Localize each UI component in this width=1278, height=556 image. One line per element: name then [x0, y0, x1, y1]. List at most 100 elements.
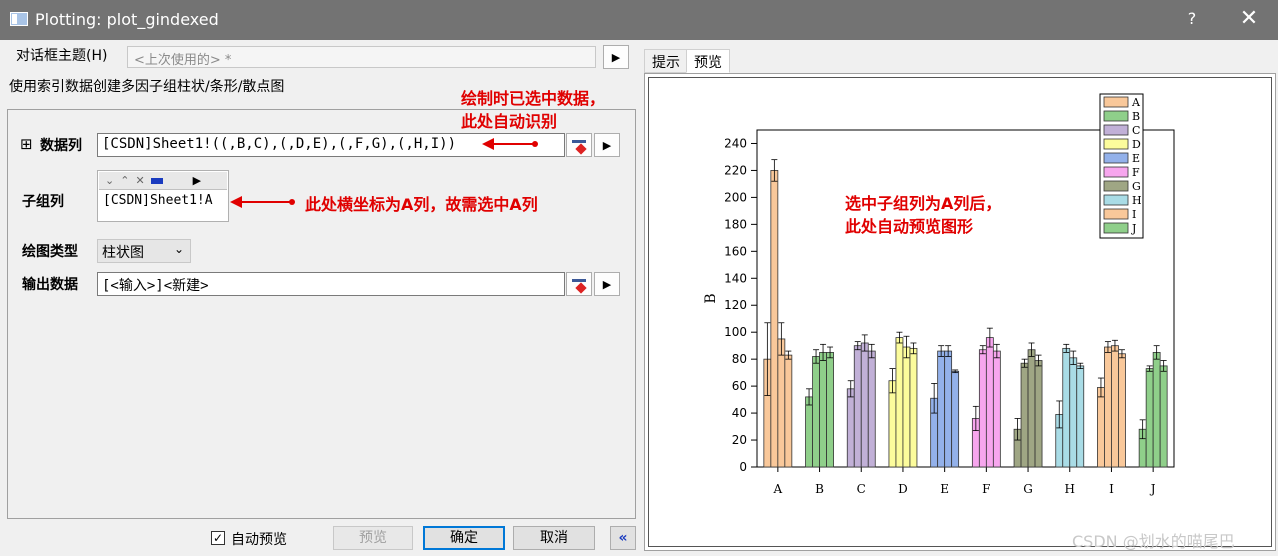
bar — [860, 342, 869, 468]
move-up-icon[interactable]: ⌃ — [120, 174, 129, 187]
window-title: Plotting: plot_gindexed — [35, 10, 219, 29]
y-tick-label: 200 — [724, 190, 747, 204]
x-tick-label: F — [982, 482, 990, 496]
bar — [895, 337, 904, 468]
select-data-button[interactable] — [566, 133, 592, 157]
legend-label: G — [1132, 180, 1141, 193]
subgroup-label: 子组列 — [22, 194, 64, 210]
bar — [1076, 365, 1085, 468]
preview-button[interactable]: 预览 — [333, 526, 413, 550]
play-right-icon[interactable]: ▶ — [193, 174, 201, 187]
annotation-arrow-data — [482, 138, 538, 150]
bar — [888, 380, 897, 468]
output-menu-button[interactable]: ▶ — [594, 272, 620, 296]
legend-label: J — [1131, 222, 1136, 235]
play-right-icon: ▶ — [602, 138, 612, 152]
bar — [853, 345, 862, 468]
data-menu-button[interactable]: ▶ — [594, 133, 620, 157]
y-tick-label: 220 — [724, 163, 747, 177]
dialog-theme-label: 对话框主题(H) — [16, 48, 108, 64]
bar — [1062, 347, 1071, 468]
annotation-preview-note-1: 选中子组列为A列后， — [845, 194, 1001, 213]
subgroup-value[interactable]: [CSDN]Sheet1!A — [103, 193, 213, 208]
legend-swatch — [1103, 166, 1129, 178]
bar — [805, 396, 813, 468]
bar — [1118, 353, 1126, 468]
legend-label: A — [1131, 96, 1141, 109]
y-tick-label: 160 — [724, 244, 747, 258]
y-tick-label: 120 — [724, 298, 747, 312]
annotation-data-note-2: 此处自动识别 — [461, 112, 558, 131]
x-tick-label: A — [773, 482, 783, 496]
subgroup-list[interactable]: ⌄ ⌃ ✕ ▶ [CSDN]Sheet1!A — [97, 170, 229, 222]
y-tick-label: 140 — [724, 271, 747, 285]
close-button[interactable]: ✕ — [1236, 6, 1262, 32]
bar — [846, 388, 855, 468]
legend-swatch — [1103, 208, 1129, 220]
legend-swatch — [1103, 222, 1129, 234]
preview-canvas: 0 20 40 60 80 100 120 140 160 180 200 220 240 B A B C D E F… — [648, 77, 1272, 547]
output-data-label: 输出数据 — [22, 277, 78, 293]
data-columns-label: 数据列 — [40, 138, 82, 154]
tab-hint[interactable]: 提示 — [644, 49, 688, 73]
annotation-preview-note-2: 此处自动预览图形 — [845, 217, 973, 236]
collapse-button[interactable]: « — [610, 526, 636, 550]
y-tick-label: 40 — [732, 406, 747, 420]
legend-swatch — [1103, 138, 1129, 150]
bar — [867, 350, 876, 468]
plot-type-select[interactable]: 柱状图 ⌄ — [97, 239, 191, 263]
remove-icon[interactable]: ✕ — [135, 174, 144, 187]
dialog-theme-select[interactable]: <上次使用的> * — [127, 46, 596, 68]
cancel-button[interactable]: 取消 — [513, 526, 595, 550]
column-icon[interactable] — [150, 177, 163, 184]
x-tick-label: B — [815, 482, 824, 496]
legend-swatch — [1103, 110, 1129, 122]
x-tick-label: E — [940, 482, 949, 496]
theme-menu-button[interactable]: ▶ — [603, 45, 629, 69]
tab-preview[interactable]: 预览 — [686, 49, 730, 73]
bar — [819, 352, 827, 468]
select-output-button[interactable] — [566, 272, 592, 296]
legend-label: I — [1132, 208, 1136, 221]
preview-panel: 提示 预览 0 20 40 60 80 100 120 140 160 180 200 220 240 B… — [642, 40, 1278, 556]
auto-preview-checkbox[interactable]: ✓ — [211, 531, 225, 545]
y-tick-label: 80 — [732, 352, 747, 366]
help-button[interactable]: ? — [1182, 9, 1202, 31]
x-tick-label: H — [1065, 482, 1075, 496]
ok-button[interactable]: 确定 — [423, 526, 505, 550]
dialog-description: 使用索引数据创建多因子组柱状/条形/散点图 — [9, 79, 285, 95]
move-down-icon[interactable]: ⌄ — [105, 174, 114, 187]
bar — [770, 170, 779, 468]
plot-type-value: 柱状图 — [102, 245, 144, 261]
legend-label: H — [1132, 194, 1142, 207]
x-tick-label: C — [857, 482, 866, 496]
bar — [951, 370, 960, 468]
bar — [1097, 387, 1105, 468]
expand-icon[interactable]: ⊞ — [20, 135, 33, 153]
legend-label: D — [1132, 138, 1141, 151]
legend-swatch — [1103, 180, 1129, 192]
output-data-input[interactable]: [<输入>]<新建> — [97, 272, 565, 296]
annotation-data-note-1: 绘制时已选中数据， — [461, 89, 606, 108]
bar — [985, 337, 994, 468]
app-window-icon — [10, 12, 28, 26]
y-tick-label: 240 — [724, 136, 747, 150]
legend-label: C — [1132, 124, 1140, 137]
bar — [1034, 360, 1043, 468]
bar — [937, 350, 946, 468]
checkmark-icon: ✓ — [212, 531, 224, 545]
x-tick-label: J — [1149, 482, 1156, 496]
watermark: CSDN @划水的喵尾巴 — [1072, 532, 1235, 551]
preview-frame: 0 20 40 60 80 100 120 140 160 180 200 220 240 B A B C D E F… — [644, 73, 1276, 551]
chevron-down-icon: ⌄ — [173, 242, 184, 256]
annotation-arrow-subgroup — [230, 196, 295, 208]
legend-swatch — [1103, 152, 1129, 164]
bar-chart: 020406080100120140160180200220240BA B C D E F… — [703, 93, 1175, 496]
bar — [1020, 362, 1029, 468]
bar — [909, 347, 918, 468]
bar — [812, 356, 820, 468]
y-tick-label: 100 — [724, 325, 747, 339]
bar — [1145, 368, 1154, 468]
bar — [1111, 345, 1119, 468]
bar — [1152, 352, 1161, 468]
